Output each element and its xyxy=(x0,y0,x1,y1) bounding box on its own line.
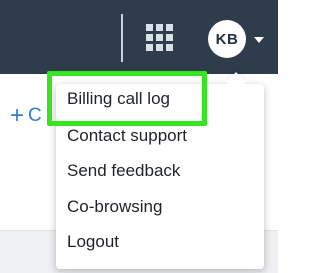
highlight-annotation xyxy=(47,71,207,126)
create-link[interactable]: + C xyxy=(10,104,42,128)
plus-icon: + xyxy=(10,102,25,129)
menu-item-send-feedback[interactable]: Send feedback xyxy=(67,161,180,181)
topbar-divider xyxy=(121,14,123,62)
user-avatar[interactable]: KB xyxy=(208,20,246,58)
caret-down-icon[interactable] xyxy=(254,37,264,43)
top-navigation-bar: KB xyxy=(0,0,278,74)
menu-item-logout[interactable]: Logout xyxy=(67,232,119,252)
menu-item-contact-support[interactable]: Contact support xyxy=(67,126,187,146)
apps-grid-icon[interactable] xyxy=(146,24,174,52)
create-link-label: C xyxy=(28,105,42,126)
menu-item-co-browsing[interactable]: Co-browsing xyxy=(67,197,162,217)
